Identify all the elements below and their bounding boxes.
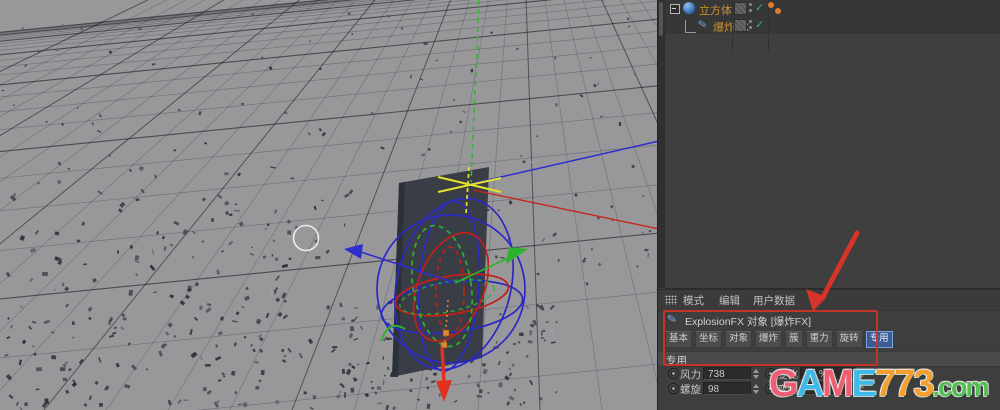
panel-grip-icon[interactable] [665, 295, 677, 305]
wind-force-input[interactable]: 738 [703, 367, 751, 380]
section-header[interactable]: 专用 [658, 351, 1000, 367]
spinner-icon[interactable] [857, 368, 864, 380]
pencil-icon: ✎ [665, 311, 679, 327]
object-row-cube[interactable]: 立方体 ✓ [665, 0, 1000, 34]
param-radio-icon[interactable] [765, 368, 776, 379]
pencil-icon: ✎ [697, 18, 709, 32]
menu-edit[interactable]: 编辑 [719, 293, 740, 308]
enabled-check-icon[interactable]: ✓ [755, 18, 764, 31]
visibility-dots-icon[interactable] [749, 20, 752, 30]
attr-tab-7[interactable]: 专用 [865, 331, 893, 348]
visibility-dots-icon[interactable] [749, 3, 752, 13]
orange-handle[interactable] [442, 329, 450, 337]
right-panel: 立方体 ✓ ✎ 爆炸FX ✓ 模式 [657, 0, 1000, 410]
attr-tab-2[interactable]: 对象 [725, 331, 753, 348]
param-radio-icon[interactable] [668, 368, 679, 379]
attribute-menu-bar: 模式 编辑 用户数据 [658, 289, 1000, 311]
viewport-canvas [0, 0, 657, 410]
attr-tab-3[interactable]: 爆炸 [755, 331, 783, 348]
attr-tabs: 基本 坐标 对象 爆炸簇重力 旋转 专用 [665, 331, 893, 348]
menu-mode[interactable]: 模式 [683, 293, 704, 308]
spinner-icon[interactable] [857, 383, 864, 395]
field-row: 风力 738 变化 % [658, 367, 1000, 381]
field-label: 变化 [777, 369, 798, 381]
attr-tab-4[interactable]: 簇 [785, 331, 803, 348]
spinner-icon[interactable] [752, 383, 759, 395]
object-label[interactable]: 立方体 [699, 2, 732, 18]
tag-dot-icon[interactable] [775, 8, 781, 14]
section-label: 专用 [666, 355, 687, 367]
param-radio-icon[interactable] [765, 383, 776, 394]
twist-input[interactable]: 98 [703, 382, 751, 395]
attribute-title: ExplosionFX 对象 [爆炸FX] [685, 316, 812, 328]
attr-tab-6[interactable]: 旋转 [835, 331, 863, 348]
object-row-explosionfx[interactable]: ✎ 爆炸FX ✓ [665, 17, 1000, 51]
app-window: 立方体 ✓ ✎ 爆炸FX ✓ 模式 [0, 0, 1000, 410]
spinner-icon[interactable] [752, 368, 759, 380]
attr-tab-5[interactable]: 重力 [805, 331, 833, 348]
tag-dot-icon[interactable] [768, 2, 774, 8]
enabled-check-icon[interactable]: ✓ [755, 1, 764, 14]
menu-user-data[interactable]: 用户数据 [753, 293, 795, 308]
variation-input[interactable]: % [800, 367, 856, 380]
attr-tab-0[interactable]: 基本 [665, 331, 693, 348]
field-label: 变化 [777, 384, 798, 396]
cube-icon [683, 2, 695, 14]
tree-line [685, 20, 696, 33]
scrollbar-thumb[interactable] [659, 2, 663, 36]
variation-input[interactable] [800, 382, 856, 395]
attr-tab-1[interactable]: 坐标 [695, 331, 723, 348]
object-manager: 立方体 ✓ ✎ 爆炸FX ✓ [665, 0, 1000, 289]
viewport-background [0, 0, 657, 410]
attribute-title-row: ✎ ExplosionFX 对象 [爆炸FX] [658, 310, 1000, 330]
expand-toggle-icon[interactable] [670, 4, 680, 14]
field-label: 螺旋 [680, 384, 701, 396]
field-label: 风力 [680, 369, 701, 381]
layer-icon[interactable] [734, 2, 747, 15]
field-row: 螺旋 98 变化 [658, 382, 1000, 396]
layer-icon[interactable] [734, 19, 747, 32]
plane-object[interactable] [392, 167, 489, 377]
viewport-3d[interactable] [0, 0, 657, 410]
param-radio-icon[interactable] [668, 383, 679, 394]
